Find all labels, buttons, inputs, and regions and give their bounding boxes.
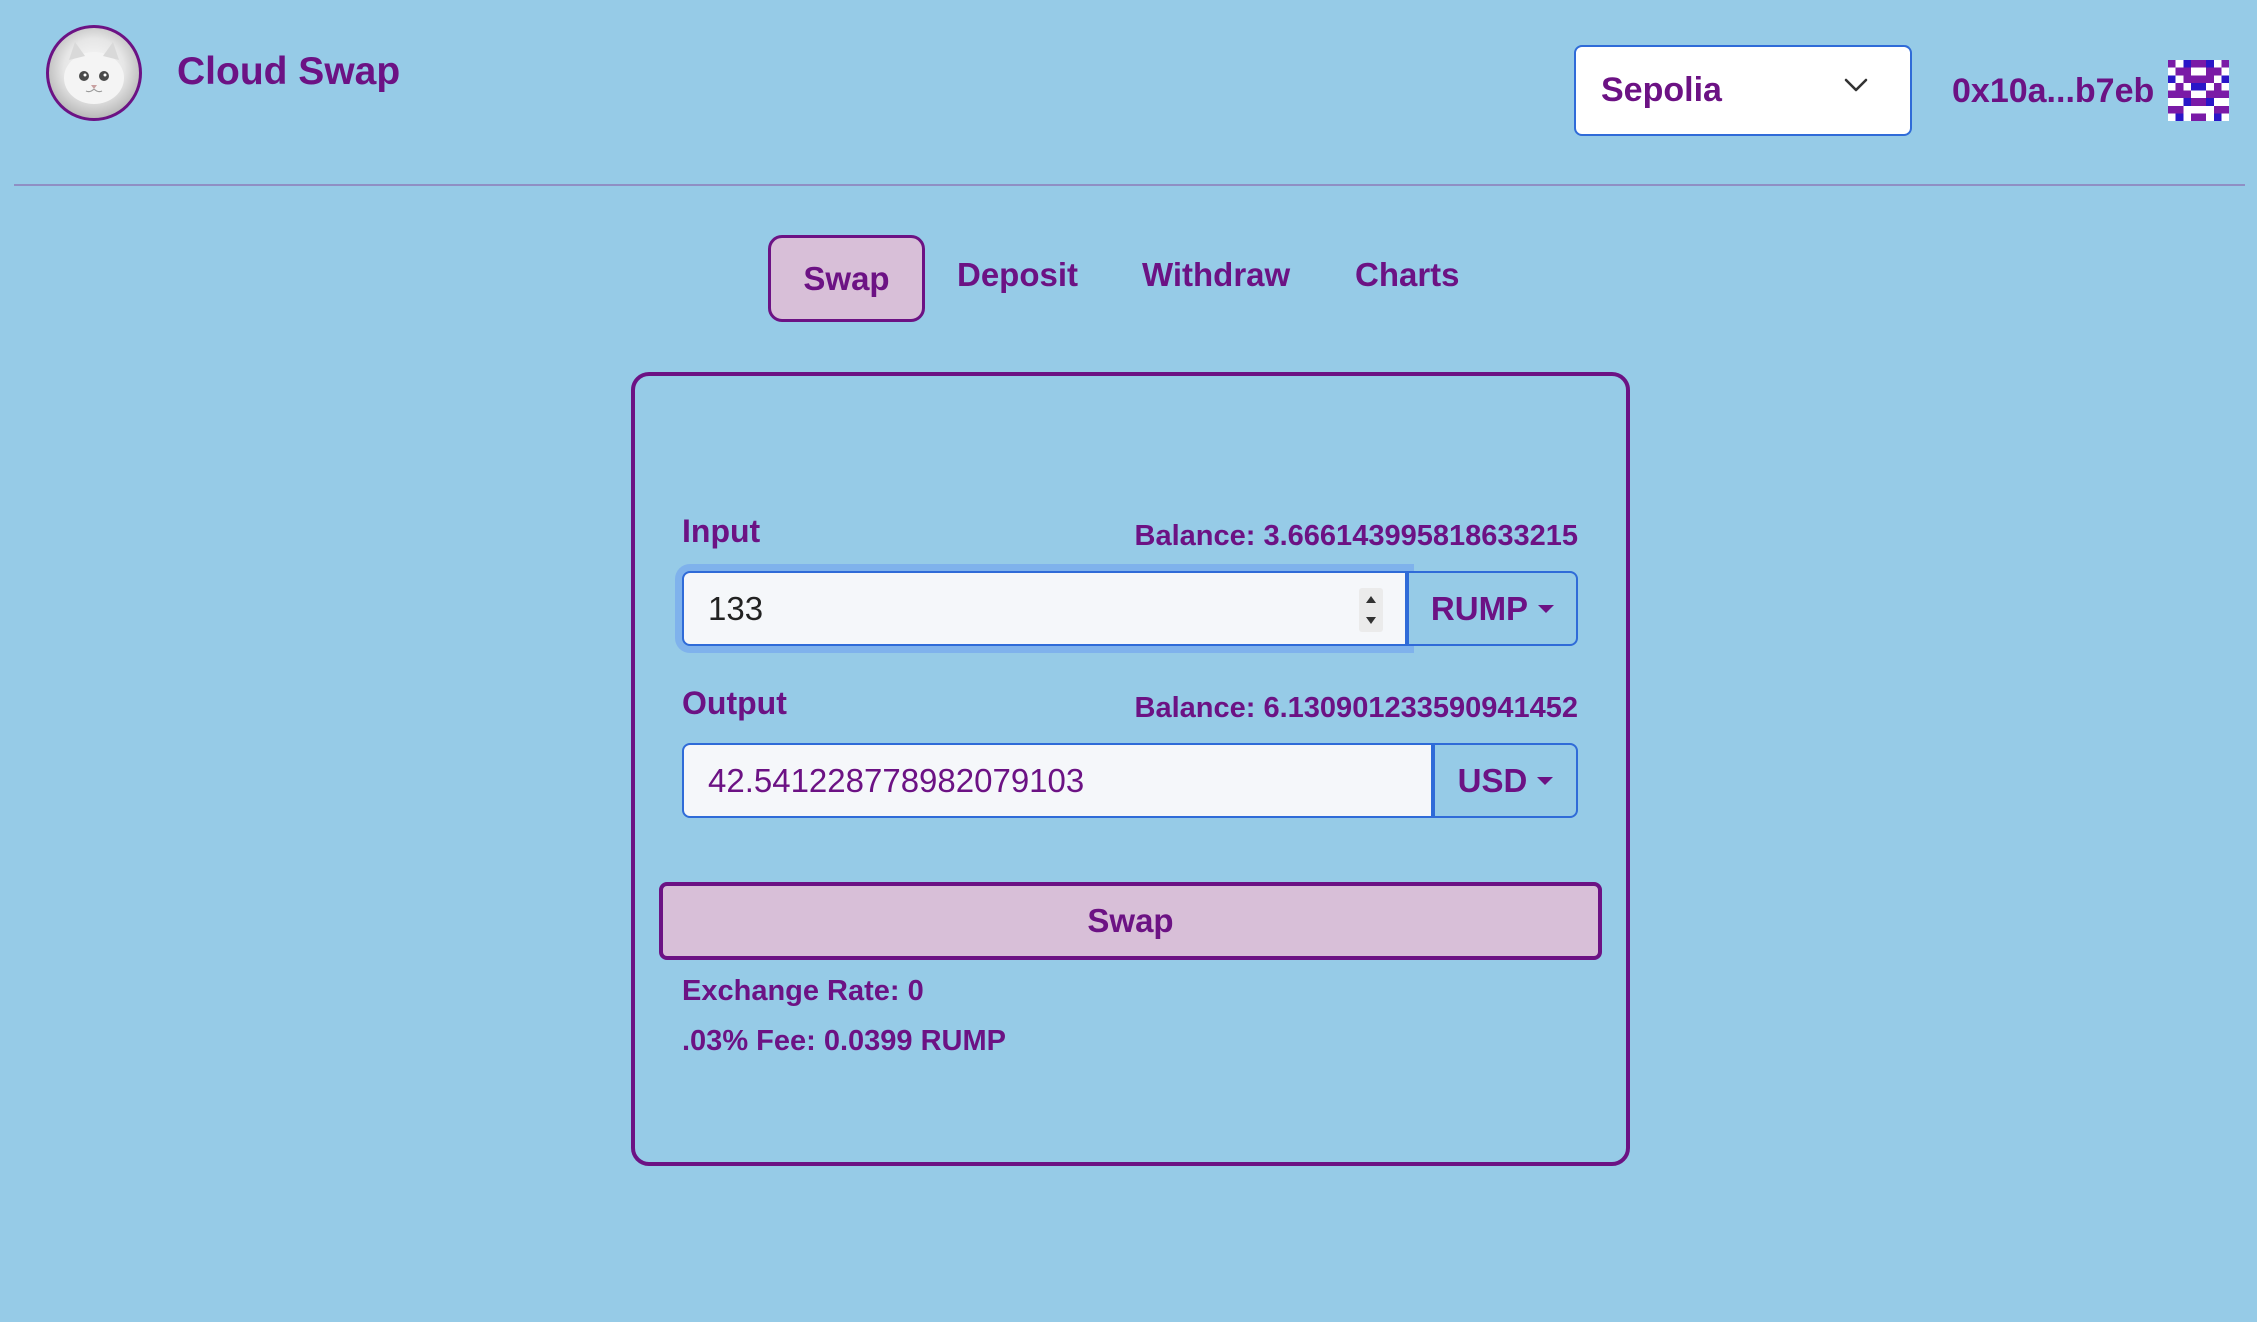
tab-withdraw[interactable]: Withdraw <box>1142 255 1290 295</box>
tab-swap[interactable]: Swap <box>768 235 925 322</box>
input-balance: Balance: 3.666143995818633215 <box>1134 520 1578 552</box>
input-token-select[interactable]: RUMP <box>1407 571 1578 646</box>
output-token-select[interactable]: USD <box>1433 743 1578 818</box>
output-balance: Balance: 6.130901233590941452 <box>1134 692 1578 724</box>
output-amount-field[interactable]: 42.541228778982079103 <box>682 743 1433 818</box>
header-divider <box>14 184 2245 186</box>
identicon-icon[interactable] <box>2168 60 2229 121</box>
network-select-value: Sepolia <box>1601 71 1722 109</box>
exchange-rate: Exchange Rate: 0 <box>682 975 924 1007</box>
swap-button[interactable]: Swap <box>659 882 1602 960</box>
network-select[interactable]: Sepolia <box>1574 45 1912 136</box>
app-page: Cloud Swap Sepolia 0x10a...b7eb Swap Dep… <box>0 0 2257 1322</box>
app-title: Cloud Swap <box>177 50 401 93</box>
input-token-label: RUMP <box>1430 589 1529 627</box>
output-label: Output <box>682 685 787 721</box>
tab-charts[interactable]: Charts <box>1355 255 1460 295</box>
caret-down-icon <box>1538 604 1555 613</box>
output-amount-value: 42.541228778982079103 <box>708 761 1085 799</box>
kitten-avatar-icon[interactable] <box>46 25 142 121</box>
input-amount-field[interactable]: 133 <box>682 571 1407 646</box>
chevron-down-icon <box>1844 77 1868 98</box>
caret-down-icon <box>1537 776 1554 785</box>
fee-info: .03% Fee: 0.0399 RUMP <box>682 1025 1006 1057</box>
account-address[interactable]: 0x10a...b7eb <box>1952 72 2154 111</box>
output-token-label: USD <box>1457 761 1528 799</box>
number-stepper[interactable] <box>1359 588 1383 632</box>
input-label: Input <box>682 513 761 549</box>
input-amount-value: 133 <box>708 589 764 627</box>
tab-deposit[interactable]: Deposit <box>957 255 1078 295</box>
